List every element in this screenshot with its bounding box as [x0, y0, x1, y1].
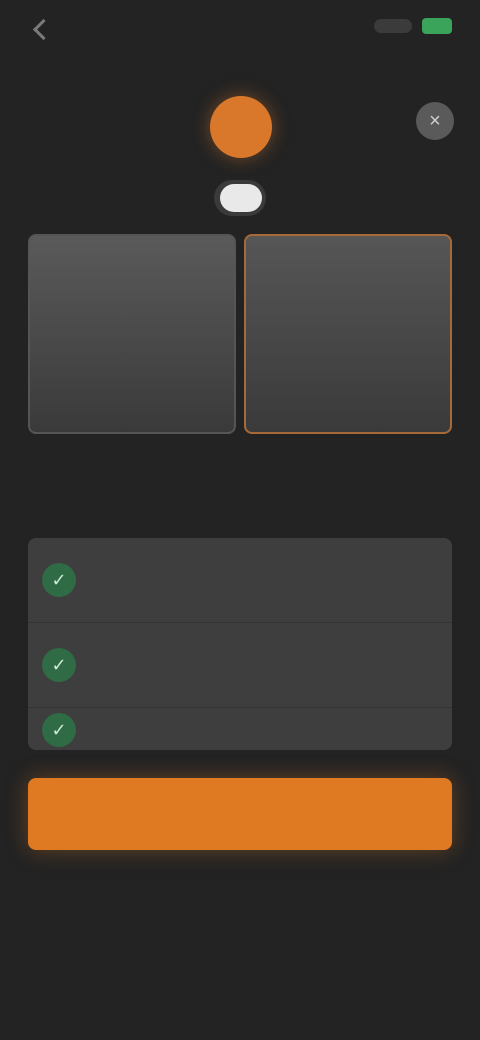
- back-button[interactable]: [28, 14, 138, 44]
- list-item: ✓: [28, 538, 452, 623]
- close-button[interactable]: ×: [416, 102, 454, 140]
- check-icon: ✓: [42, 563, 76, 597]
- paywall-screen: × ✓ ✓ ✓: [0, 0, 480, 1040]
- status-bar: [0, 0, 480, 60]
- features-list: ✓ ✓ ✓: [28, 538, 452, 750]
- toggle-knob: [220, 184, 262, 212]
- plan-card-1[interactable]: [28, 234, 236, 434]
- status-indicators: [374, 18, 452, 34]
- plan-options: [28, 234, 452, 434]
- close-icon: ×: [429, 109, 441, 132]
- plan-card-2[interactable]: [244, 234, 452, 434]
- chevron-left-icon: [32, 18, 55, 40]
- check-icon: ✓: [42, 648, 76, 682]
- battery-icon: [422, 18, 452, 34]
- billing-toggle-row: [0, 178, 480, 218]
- list-item: ✓: [28, 623, 452, 708]
- brand-logo-icon: [210, 96, 272, 158]
- subscribe-button[interactable]: [28, 778, 452, 850]
- list-item: ✓: [28, 708, 452, 750]
- signal-icon: [374, 19, 412, 33]
- billing-toggle[interactable]: [214, 180, 266, 216]
- check-icon: ✓: [42, 713, 76, 747]
